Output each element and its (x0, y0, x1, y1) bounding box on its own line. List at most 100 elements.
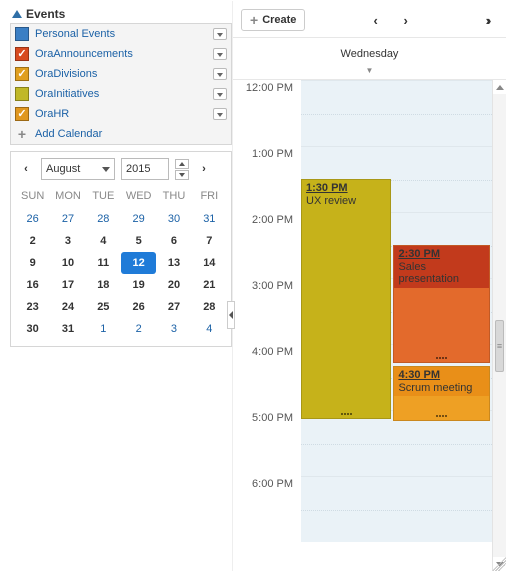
calendar-day[interactable]: 28 (86, 208, 121, 230)
calendar-list: Personal Events ✓ OraAnnouncements ✓ OraDivi… (10, 23, 232, 145)
calendar-item[interactable]: ✓ OraHR (11, 104, 231, 124)
calendar-swatch[interactable] (15, 27, 29, 41)
calendar-day[interactable]: 28 (192, 296, 227, 318)
calendar-day[interactable]: 21 (192, 274, 227, 296)
dow-label: THU (156, 186, 191, 208)
calendar-day[interactable]: 17 (50, 274, 85, 296)
calendar-day[interactable]: 4 (86, 230, 121, 252)
calendar-event[interactable]: 2:30 PMSales presentation (393, 245, 489, 363)
resize-handle[interactable] (394, 415, 488, 419)
calendar-day[interactable]: 10 (50, 252, 85, 274)
calendar-event[interactable]: 4:30 PMScrum meeting (393, 366, 489, 421)
calendar-options-button[interactable] (213, 68, 227, 80)
calendar-day[interactable]: 13 (156, 252, 191, 274)
hour-label: 5:00 PM (233, 410, 301, 424)
event-title: Sales presentation (398, 261, 459, 286)
plus-icon: + (250, 13, 258, 27)
calendar-day[interactable]: 24 (50, 296, 85, 318)
month-select[interactable]: August (41, 158, 115, 180)
hour-label: 3:00 PM (233, 278, 301, 292)
calendar-event[interactable]: 1:30 PMUX review (301, 179, 391, 419)
prev-day-button[interactable]: ‹ (365, 10, 387, 30)
event-time: 4:30 PM (398, 369, 440, 381)
add-calendar-button[interactable]: +Add Calendar (11, 124, 231, 144)
calendar-day[interactable]: 5 (121, 230, 156, 252)
calendar-item[interactable]: Personal Events (11, 24, 231, 44)
dow-label: SUN (15, 186, 50, 208)
events-header[interactable]: Events (10, 7, 232, 23)
next-month-button[interactable]: › (195, 160, 213, 178)
calendar-name: OraDivisions (35, 68, 207, 80)
month-value: August (46, 163, 80, 175)
calendar-day[interactable]: 23 (15, 296, 50, 318)
calendar-day[interactable]: 20 (156, 274, 191, 296)
year-down-button[interactable] (175, 170, 189, 180)
calendar-swatch[interactable] (15, 87, 29, 101)
next-day-button[interactable]: › (395, 10, 417, 30)
year-select[interactable]: 2015 (121, 158, 169, 180)
hour-lane[interactable] (301, 476, 506, 542)
calendar-day[interactable]: 12 (121, 252, 156, 274)
calendar-swatch[interactable]: ✓ (15, 47, 29, 61)
calendar-day[interactable]: 26 (121, 296, 156, 318)
calendar-day[interactable]: 11 (86, 252, 121, 274)
calendar-item[interactable]: ✓ OraAnnouncements (11, 44, 231, 64)
prev-month-button[interactable]: ‹ (17, 160, 35, 178)
plus-icon: + (15, 127, 29, 141)
day-grid[interactable]: 12:00 PM1:00 PM2:00 PM3:00 PM4:00 PM5:00… (233, 80, 506, 571)
year-value: 2015 (126, 163, 150, 175)
calendar-swatch[interactable]: ✓ (15, 67, 29, 81)
calendar-name: OraHR (35, 108, 207, 120)
calendar-day[interactable]: 1 (86, 318, 121, 340)
chevron-down-icon (102, 167, 110, 172)
calendar-day[interactable]: 30 (15, 318, 50, 340)
calendar-day[interactable]: 31 (50, 318, 85, 340)
calendar-day[interactable]: 3 (50, 230, 85, 252)
event-time: 1:30 PM (306, 182, 348, 194)
event-time: 2:30 PM (398, 248, 440, 260)
hour-label: 4:00 PM (233, 344, 301, 358)
calendar-day[interactable]: 31 (192, 208, 227, 230)
calendar-day[interactable]: 4 (192, 318, 227, 340)
dow-label: WED (121, 186, 156, 208)
calendar-day[interactable]: 29 (121, 208, 156, 230)
calendar-options-button[interactable] (213, 108, 227, 120)
calendar-day[interactable]: 26 (15, 208, 50, 230)
calendar-day[interactable]: 14 (192, 252, 227, 274)
dow-label: TUE (86, 186, 121, 208)
resize-handle[interactable] (394, 357, 488, 361)
calendar-day[interactable]: 9 (15, 252, 50, 274)
calendar-item[interactable]: OraInitiatives (11, 84, 231, 104)
hour-label: 12:00 PM (233, 80, 301, 94)
calendar-day[interactable]: 6 (156, 230, 191, 252)
calendar-day[interactable]: 19 (121, 274, 156, 296)
calendar-day[interactable]: 27 (50, 208, 85, 230)
more-button[interactable]: ›› (476, 10, 498, 30)
hour-lane[interactable] (301, 80, 506, 146)
calendar-day[interactable]: 25 (86, 296, 121, 318)
calendar-options-button[interactable] (213, 88, 227, 100)
calendar-day[interactable]: 16 (15, 274, 50, 296)
create-button[interactable]: + Create (241, 9, 305, 31)
calendar-swatch[interactable]: ✓ (15, 107, 29, 121)
hour-label: 6:00 PM (233, 476, 301, 490)
calendar-day[interactable]: 30 (156, 208, 191, 230)
calendar-options-button[interactable] (213, 28, 227, 40)
calendar-day[interactable]: 3 (156, 318, 191, 340)
hour-label: 1:00 PM (233, 146, 301, 160)
calendar-day[interactable]: 7 (192, 230, 227, 252)
mini-calendar: SUNMONTUEWEDTHUFRI 262728293031234567910… (15, 186, 227, 340)
event-title: UX review (306, 195, 356, 207)
resize-handle[interactable] (302, 413, 390, 417)
calendar-options-button[interactable] (213, 48, 227, 60)
dow-label: MON (50, 186, 85, 208)
day-menu-icon[interactable]: ▼ (233, 66, 506, 75)
calendar-item[interactable]: ✓ OraDivisions (11, 64, 231, 84)
year-up-button[interactable] (175, 159, 189, 169)
calendar-name: OraAnnouncements (35, 48, 207, 60)
calendar-day[interactable]: 2 (15, 230, 50, 252)
calendar-day[interactable]: 27 (156, 296, 191, 318)
calendar-day[interactable]: 18 (86, 274, 121, 296)
calendar-day[interactable]: 2 (121, 318, 156, 340)
day-label: Wednesday (233, 48, 506, 60)
